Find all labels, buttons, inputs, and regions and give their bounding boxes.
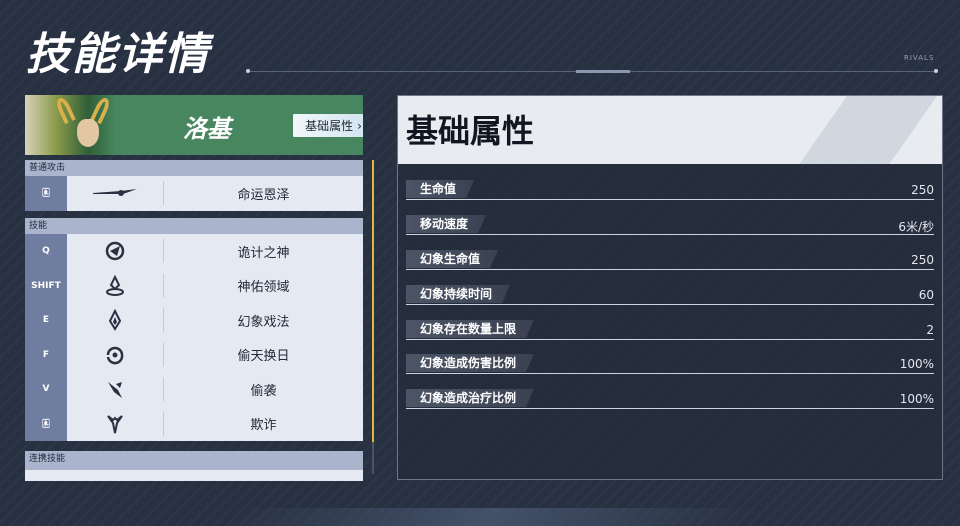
skill-row-v[interactable]: V 偷袭 xyxy=(25,372,363,407)
skill-name: 偷天换日 xyxy=(237,349,290,365)
stat-value: 60 xyxy=(918,288,934,302)
key-cell: V xyxy=(25,372,67,407)
stat-label: 幻象存在数量上限 xyxy=(406,320,534,338)
backstab-icon xyxy=(67,372,163,407)
stat-value: 250 xyxy=(911,183,934,197)
stat-value: 100% xyxy=(899,392,934,406)
stat-underline xyxy=(406,408,934,409)
skill-name: 欺诈 xyxy=(250,418,277,434)
skill-name: 神佑领域 xyxy=(237,280,290,296)
stat-value: 2 xyxy=(926,323,934,337)
bottom-decoration xyxy=(224,508,756,526)
base-attributes-button[interactable]: 基础属性 › xyxy=(293,114,363,137)
stat-label: 幻象持续时间 xyxy=(406,285,510,303)
key-cell: Q xyxy=(25,234,67,269)
sanctuary-icon xyxy=(67,269,163,304)
stat-label: 幻象生命值 xyxy=(406,250,498,268)
section-basic-attack: 普通攻击 xyxy=(25,160,363,176)
stat-row: 移动速度 6米/秒 xyxy=(406,215,934,239)
stat-row: 幻象造成治疗比例 100% xyxy=(406,389,934,413)
scrollbar-track[interactable] xyxy=(372,442,374,474)
skill-name: 幻象戏法 xyxy=(237,314,290,330)
skill-row-basic[interactable]: 🀀 命运恩泽 xyxy=(25,176,363,211)
divider-accent xyxy=(576,70,630,73)
stat-label: 生命值 xyxy=(406,180,474,198)
chevron-right-icon: › xyxy=(357,118,362,133)
swap-spiral-icon xyxy=(67,338,163,373)
section-skills: 技能 xyxy=(25,218,363,234)
hero-face xyxy=(77,119,99,147)
skill-name: 命运恩泽 xyxy=(237,187,290,203)
key-cell: F xyxy=(25,337,67,372)
stat-value: 100% xyxy=(899,357,934,371)
key-cell: 🀀 xyxy=(25,176,67,211)
stat-underline xyxy=(406,339,934,340)
attributes-title: 基础属性 xyxy=(406,112,535,150)
key-cell: SHIFT xyxy=(25,268,67,303)
stat-value: 6米/秒 xyxy=(898,220,934,234)
stat-value: 250 xyxy=(911,253,934,267)
stat-underline xyxy=(406,199,934,200)
divider-dot xyxy=(246,69,250,73)
horn-shape xyxy=(54,95,76,125)
stat-underline xyxy=(406,234,934,235)
scrollbar-thumb[interactable] xyxy=(372,160,374,442)
skill-list: Q 诡计之神 SHIFT 神佑领域 E 幻象戏法 F 偷天换日 V 偷袭 🀀 欺… xyxy=(25,234,363,441)
stat-underline xyxy=(406,269,934,270)
skill-name: 偷袭 xyxy=(250,383,277,399)
deceit-horns-icon xyxy=(67,407,163,442)
header-decoration xyxy=(769,96,942,164)
base-attributes-label: 基础属性 xyxy=(305,119,354,133)
dagger-icon xyxy=(67,176,163,211)
stat-underline xyxy=(406,373,934,374)
stat-row: 幻象存在数量上限 2 xyxy=(406,320,934,344)
skill-row-ultimate[interactable]: 🀀 欺诈 xyxy=(25,406,363,442)
hero-banner: 洛基 基础属性 › xyxy=(25,95,363,155)
stat-label: 移动速度 xyxy=(406,215,486,233)
basic-attack-list: 🀀 命运恩泽 xyxy=(25,176,363,211)
stat-label: 幻象造成伤害比例 xyxy=(406,354,534,372)
illusion-flame-icon xyxy=(67,303,163,338)
skill-row-e[interactable]: E 幻象戏法 xyxy=(25,303,363,338)
stat-row: 生命值 250 xyxy=(406,180,934,204)
page-title: 技能详情 xyxy=(26,29,210,80)
skill-row-q[interactable]: Q 诡计之神 xyxy=(25,234,363,269)
divider-dot xyxy=(934,69,938,73)
stat-label: 幻象造成治疗比例 xyxy=(406,389,534,407)
key-cell: E xyxy=(25,303,67,338)
attributes-panel: 基础属性 生命值 250 移动速度 6米/秒 幻象生命值 250 幻象持续时间 … xyxy=(397,95,943,480)
hero-name: 洛基 xyxy=(183,115,231,143)
stat-underline xyxy=(406,304,934,305)
section-team-up: 连携技能 xyxy=(25,451,363,467)
brand-label: RIVALS xyxy=(904,54,935,62)
attributes-header: 基础属性 xyxy=(398,96,942,164)
key-cell: 🀀 xyxy=(25,406,67,441)
stat-row: 幻象持续时间 60 xyxy=(406,285,934,309)
stat-row: 幻象造成伤害比例 100% xyxy=(406,354,934,378)
skill-row-shift[interactable]: SHIFT 神佑领域 xyxy=(25,268,363,304)
serpent-crest-icon xyxy=(67,234,163,269)
skill-row-f[interactable]: F 偷天换日 xyxy=(25,337,363,373)
stat-row: 幻象生命值 250 xyxy=(406,250,934,274)
hero-portrait xyxy=(25,95,115,155)
team-up-list xyxy=(25,467,363,481)
skill-name: 诡计之神 xyxy=(237,245,290,261)
